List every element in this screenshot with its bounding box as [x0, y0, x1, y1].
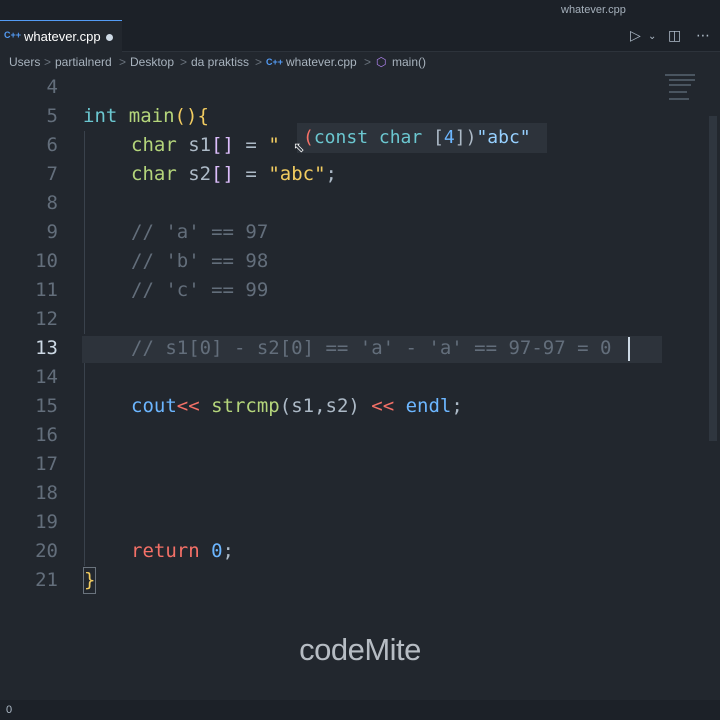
- chevron-right-icon: >: [44, 55, 52, 69]
- line-number: 12: [35, 308, 58, 330]
- symbol-method-icon: ⬡: [376, 55, 387, 69]
- line-number: 5: [46, 105, 58, 127]
- line-number: 7: [46, 163, 58, 185]
- run-debug-icon[interactable]: ▷: [630, 28, 641, 44]
- line-number: 16: [35, 424, 58, 446]
- breadcrumb-item-file[interactable]: whatever.cpp: [286, 55, 357, 69]
- line-number: 20: [35, 540, 58, 562]
- window-title: whatever.cpp: [561, 4, 626, 16]
- line-number: 17: [35, 453, 58, 475]
- title-bar: whatever.cpp: [0, 0, 720, 20]
- chevron-right-icon: >: [119, 55, 127, 69]
- line-number-active: 13: [35, 337, 58, 359]
- comment-line[interactable]: // 'c' == 99: [131, 276, 268, 305]
- hover-tooltip: (const char [4])"abc": [297, 123, 547, 153]
- breadcrumb-item-folder[interactable]: da praktiss: [191, 55, 249, 69]
- split-editor-icon[interactable]: ◫: [668, 28, 681, 44]
- tab-bar: C++ whatever.cpp ▷ ⌄ ◫ ⋯: [0, 20, 720, 52]
- chevron-right-icon: >: [180, 55, 188, 69]
- line-number: 14: [35, 366, 58, 388]
- more-actions-icon[interactable]: ⋯: [696, 28, 710, 44]
- tab-whatever-cpp[interactable]: C++ whatever.cpp: [0, 20, 122, 52]
- line-number: 4: [46, 76, 58, 98]
- line-number: 18: [35, 482, 58, 504]
- vertical-scrollbar[interactable]: [709, 116, 717, 441]
- code-line[interactable]: char s1[] = ": [131, 131, 280, 160]
- code-line[interactable]: int main(){: [83, 102, 209, 131]
- line-number: 15: [35, 395, 58, 417]
- modified-dot-icon[interactable]: [106, 34, 113, 41]
- breadcrumb-item-users[interactable]: Users: [9, 55, 40, 69]
- breadcrumb-item-partialnerd[interactable]: partialnerd: [55, 55, 112, 69]
- minimap[interactable]: [665, 74, 705, 104]
- breadcrumb: Users > partialnerd > Desktop > da prakt…: [0, 51, 720, 73]
- chevron-right-icon: >: [364, 55, 372, 69]
- breadcrumb-item-desktop[interactable]: Desktop: [130, 55, 174, 69]
- text-cursor: [628, 337, 630, 361]
- line-number: 9: [46, 221, 58, 243]
- code-line[interactable]: cout<< strcmp(s1,s2) << endl;: [131, 392, 463, 421]
- line-number: 6: [46, 134, 58, 156]
- status-text[interactable]: 0: [6, 704, 12, 716]
- comment-line[interactable]: // 'a' == 97: [131, 218, 268, 247]
- mouse-pointer-icon: ⬁: [293, 140, 305, 156]
- status-bar: 0: [0, 700, 720, 720]
- breadcrumb-item-symbol[interactable]: main(): [392, 55, 426, 69]
- line-number: 21: [35, 569, 58, 591]
- line-number: 10: [35, 250, 58, 272]
- cpp-file-icon: C++: [4, 30, 22, 40]
- code-line[interactable]: return 0;: [131, 537, 234, 566]
- chevron-right-icon: >: [255, 55, 263, 69]
- cpp-file-icon: C++: [266, 57, 284, 67]
- code-line[interactable]: char s2[] = "abc";: [131, 160, 337, 189]
- code-editor[interactable]: 4 5 int main(){ 6 char s1[] = " 7 char s…: [0, 73, 720, 700]
- line-number: 11: [35, 279, 58, 301]
- chevron-down-icon[interactable]: ⌄: [648, 31, 656, 42]
- comment-line[interactable]: // 'b' == 98: [131, 247, 268, 276]
- watermark-logo: codeMite: [299, 632, 421, 667]
- tab-label: whatever.cpp: [24, 29, 101, 44]
- comment-line[interactable]: // s1[0] - s2[0] == 'a' - 'a' == 97-97 =…: [131, 334, 611, 363]
- matching-brace[interactable]: }: [83, 567, 97, 594]
- line-number: 19: [35, 511, 58, 533]
- line-number: 8: [46, 192, 58, 214]
